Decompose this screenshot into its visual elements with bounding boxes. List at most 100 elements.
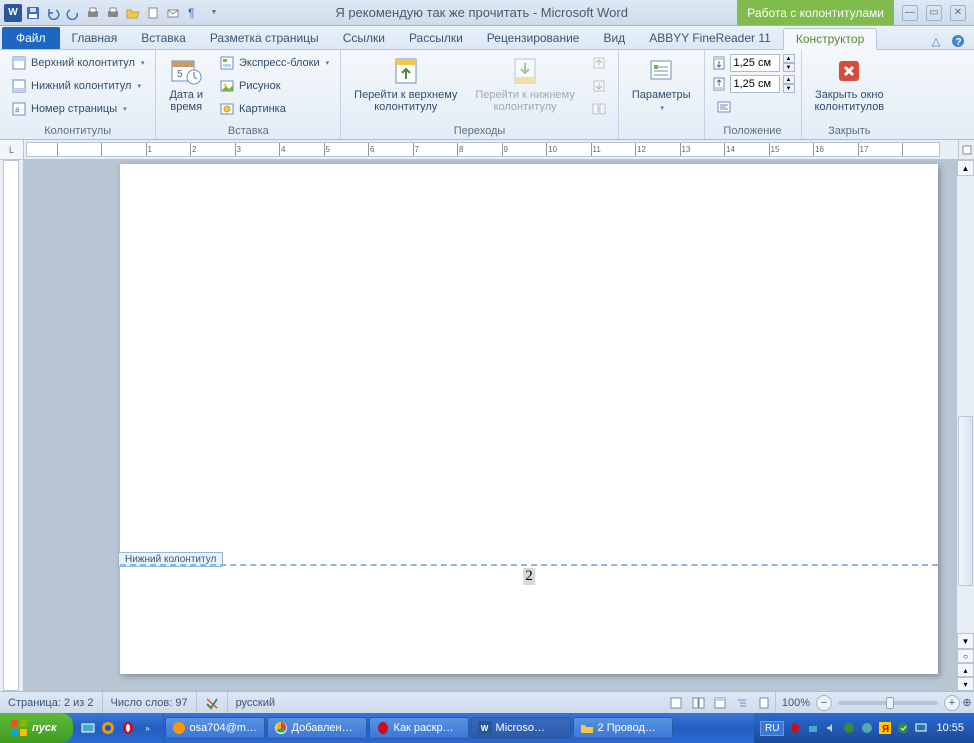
spinner-up[interactable]: ▲ (783, 54, 795, 63)
spinner-down[interactable]: ▼ (783, 63, 795, 72)
tray-yandex-icon[interactable]: Я (878, 721, 892, 735)
close-button[interactable]: ✕ (950, 5, 966, 21)
document-canvas[interactable]: Нижний колонтитул 2 (24, 160, 956, 691)
link-previous-button (586, 98, 612, 120)
taskbar-clock[interactable]: 10:55 (932, 722, 968, 734)
word-app-icon[interactable]: W (4, 4, 22, 22)
browse-object-button[interactable]: ○ (957, 649, 974, 663)
status-page[interactable]: Страница: 2 из 2 (0, 692, 103, 713)
tray-network-icon[interactable] (806, 721, 820, 735)
system-tray: RU Я 10:55 (754, 713, 974, 743)
date-time-button[interactable]: 5 Дата ивремя (162, 52, 210, 116)
zoom-fit-button[interactable]: ⊕ (960, 696, 974, 709)
file-tab[interactable]: Файл (2, 27, 60, 49)
tab-home[interactable]: Главная (60, 27, 130, 49)
view-outline-icon[interactable] (732, 694, 752, 712)
zoom-level[interactable]: 100% (775, 692, 816, 713)
new-icon[interactable] (144, 4, 162, 22)
undo-icon[interactable] (44, 4, 62, 22)
tab-references[interactable]: Ссылки (331, 27, 397, 49)
email-icon[interactable] (164, 4, 182, 22)
footer-from-bottom-input[interactable] (730, 75, 780, 93)
tray-antivirus-icon[interactable] (842, 721, 856, 735)
date-time-label-2: время (170, 101, 202, 113)
zoom-slider[interactable] (838, 701, 938, 705)
quick-parts-button[interactable]: Экспресс-блоки▾ (214, 52, 334, 74)
view-full-screen-icon[interactable] (688, 694, 708, 712)
options-button[interactable]: Параметры▾ (625, 52, 698, 118)
taskbar-item-firefox[interactable]: osa704@m… (165, 717, 265, 739)
minimize-button[interactable]: — (902, 5, 918, 21)
horizontal-ruler[interactable]: 1234567891011121314151617 (26, 142, 940, 157)
print-preview-icon[interactable] (84, 4, 102, 22)
ruler-toggle[interactable] (958, 140, 974, 159)
status-proofing[interactable] (197, 692, 228, 713)
scroll-track[interactable] (957, 176, 974, 633)
firefox-icon[interactable] (99, 719, 117, 737)
tab-mailings[interactable]: Рассылки (397, 27, 475, 49)
scroll-up-button[interactable]: ▲ (957, 160, 974, 176)
insert-alignment-tab-button[interactable] (711, 96, 795, 118)
tab-page-layout[interactable]: Разметка страницы (198, 27, 331, 49)
page-number-field[interactable]: 2 (523, 568, 535, 585)
footer-label: Нижний колонтитул (31, 80, 131, 92)
qat-customize-icon[interactable]: ▼ (204, 4, 222, 22)
clipart-button[interactable]: Картинка (214, 98, 334, 120)
vertical-scrollbar[interactable]: ▲ ▼ ○ ▴ ▾ (956, 160, 974, 691)
tab-abbyy[interactable]: ABBYY FineReader 11 (637, 27, 783, 49)
taskbar-item-word[interactable]: WMicroso… (471, 717, 571, 739)
picture-button[interactable]: Рисунок (214, 75, 334, 97)
view-web-layout-icon[interactable] (710, 694, 730, 712)
close-icon (833, 55, 865, 87)
prev-section-button (586, 52, 612, 74)
status-language[interactable]: русский (228, 692, 283, 713)
tab-selector[interactable]: L (0, 140, 24, 159)
group-insert: 5 Дата ивремя Экспресс-блоки▾ Рисунок Ка… (156, 50, 341, 139)
open-icon[interactable] (124, 4, 142, 22)
spinner-down[interactable]: ▼ (783, 84, 795, 93)
show-desktop-icon[interactable] (79, 719, 97, 737)
tab-review[interactable]: Рецензирование (475, 27, 592, 49)
zoom-out-button[interactable]: − (816, 695, 832, 711)
tab-insert[interactable]: Вставка (129, 27, 198, 49)
tray-display-icon[interactable] (914, 721, 928, 735)
taskbar-item-chrome[interactable]: Добавлен… (267, 717, 367, 739)
opera-icon[interactable] (119, 719, 137, 737)
prev-page-button[interactable]: ▴ (957, 663, 974, 677)
taskbar-item-explorer[interactable]: 2 Провод… (573, 717, 673, 739)
tab-view[interactable]: Вид (591, 27, 637, 49)
status-word-count[interactable]: Число слов: 97 (103, 692, 197, 713)
start-button[interactable]: пуск (0, 713, 73, 743)
goto-header-button[interactable]: Перейти к верхнемуколонтитулу (347, 52, 464, 116)
taskbar-item-opera[interactable]: Как раскр… (369, 717, 469, 739)
close-header-footer-button[interactable]: Закрыть окноколонтитулов (808, 52, 892, 116)
zoom-in-button[interactable]: + (944, 695, 960, 711)
view-print-layout-icon[interactable] (666, 694, 686, 712)
minimize-ribbon-icon[interactable]: △ (928, 33, 944, 49)
tray-volume-icon[interactable] (824, 721, 838, 735)
scroll-down-button[interactable]: ▼ (957, 633, 974, 649)
footer-button[interactable]: Нижний колонтитул▾ (6, 75, 149, 97)
title-bar: W ¶ ▼ Я рекомендую так же прочитать - Mi… (0, 0, 974, 26)
tray-opera-icon[interactable] (788, 721, 802, 735)
spinner-up[interactable]: ▲ (783, 75, 795, 84)
save-icon[interactable] (24, 4, 42, 22)
tab-design[interactable]: Конструктор (783, 28, 877, 50)
tray-safely-remove-icon[interactable] (896, 721, 910, 735)
paragraph-marks-icon[interactable]: ¶ (184, 4, 202, 22)
quick-launch-chevron-icon[interactable]: » (139, 719, 157, 737)
help-icon[interactable]: ? (950, 33, 966, 49)
header-from-top-input[interactable] (730, 54, 780, 72)
scroll-thumb[interactable] (958, 416, 973, 586)
restore-button[interactable]: ▭ (926, 5, 942, 21)
view-draft-icon[interactable] (754, 694, 774, 712)
redo-icon[interactable] (64, 4, 82, 22)
tray-messenger-icon[interactable] (860, 721, 874, 735)
zoom-slider-thumb[interactable] (886, 697, 894, 709)
page-number-button[interactable]: #Номер страницы▾ (6, 98, 149, 120)
quick-print-icon[interactable] (104, 4, 122, 22)
header-button[interactable]: Верхний колонтитул▾ (6, 52, 149, 74)
next-page-button[interactable]: ▾ (957, 677, 974, 691)
language-indicator[interactable]: RU (760, 721, 784, 736)
vertical-ruler[interactable] (0, 160, 24, 691)
